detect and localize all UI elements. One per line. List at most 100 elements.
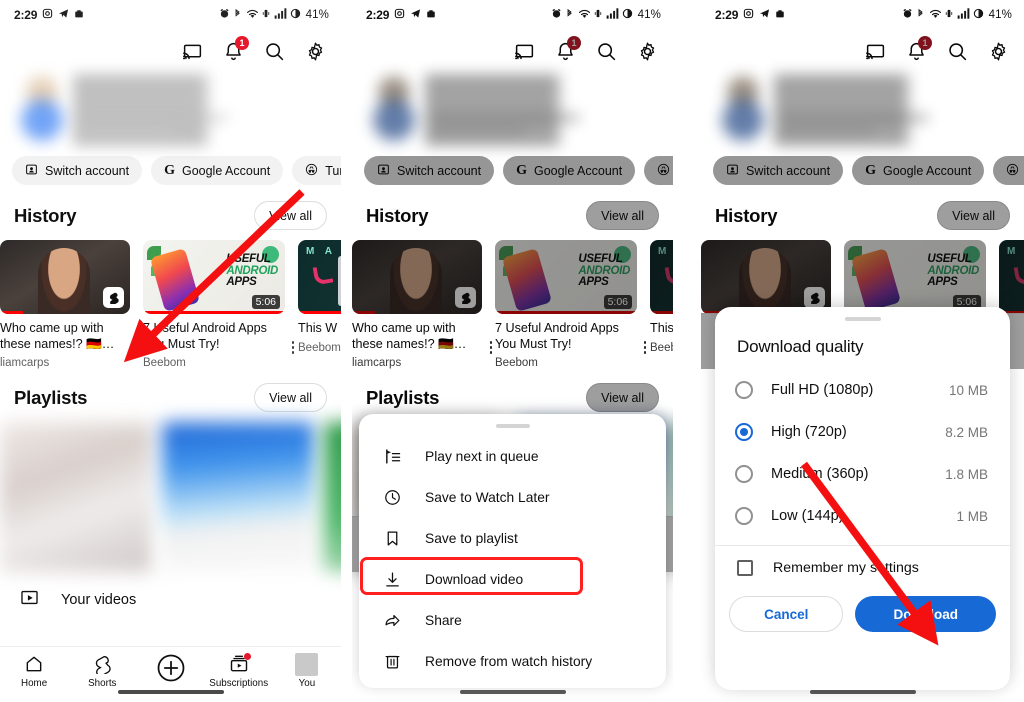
history-card[interactable]: Who came up with these names!? 🇩🇪… liamc… xyxy=(0,240,130,369)
alarm-icon xyxy=(902,8,913,22)
remember-settings-checkbox[interactable] xyxy=(737,560,753,576)
profile-header-blurred xyxy=(12,74,329,146)
nav-item-subscriptions[interactable]: Subscriptions xyxy=(205,653,273,689)
menu-item-remove-from-watch-history[interactable]: Remove from watch history xyxy=(359,641,666,682)
chip-label: Google Account xyxy=(534,164,622,178)
incognito-icon xyxy=(657,163,670,179)
your-videos-row[interactable]: Your videos xyxy=(0,572,341,626)
video-thumbnail[interactable]: M A C xyxy=(298,240,341,314)
telegram-icon xyxy=(759,8,770,22)
video-meta: This W Laptop Beebom xyxy=(650,314,673,354)
nav-item-shorts[interactable]: Shorts xyxy=(68,653,136,689)
cast-icon[interactable] xyxy=(512,39,536,63)
playlists-view-all-button[interactable]: View all xyxy=(586,383,659,412)
search-icon[interactable] xyxy=(262,39,286,63)
cast-icon[interactable] xyxy=(180,39,204,63)
chip-google-account[interactable]: G Google Account xyxy=(852,156,984,185)
status-time: 2:29 xyxy=(14,8,37,22)
alarm-icon xyxy=(551,8,562,22)
history-card[interactable]: USEFULANDROIDAPPS 5:06 7 Useful Android … xyxy=(495,240,637,369)
chip-switch-account[interactable]: Switch account xyxy=(713,156,843,185)
menu-item-share[interactable]: Share xyxy=(359,600,666,641)
radio-button[interactable] xyxy=(735,465,753,483)
history-card[interactable]: USEFULANDROIDAPPS 5:06 7 Useful Android … xyxy=(143,240,285,369)
quality-option-low[interactable]: Low (144p) 1 MB xyxy=(715,495,1010,537)
video-thumbnail[interactable]: USEFULANDROIDAPPS 5:06 xyxy=(495,240,637,314)
chip-turn-on-incognito[interactable]: Turn on xyxy=(993,156,1024,185)
video-thumbnail[interactable]: M A C xyxy=(999,240,1024,314)
chip-turn-on-incognito[interactable]: Turn on xyxy=(292,156,341,185)
cancel-button[interactable]: Cancel xyxy=(729,596,843,632)
chip-google-account[interactable]: G Google Account xyxy=(503,156,635,185)
menu-item-save-to-playlist[interactable]: Save to playlist xyxy=(359,518,666,559)
panel-1-youtube-you-tab: 2:29 xyxy=(0,0,341,702)
video-more-options-icon[interactable] xyxy=(286,341,300,357)
menu-item-download-video[interactable]: Download video xyxy=(359,559,666,600)
remember-my-settings-row[interactable]: Remember my settings xyxy=(715,546,1010,590)
account-chips-row: Switch account G Google Account Turn on xyxy=(701,146,1024,185)
chip-google-account[interactable]: G Google Account xyxy=(151,156,283,185)
search-icon[interactable] xyxy=(594,39,618,63)
video-thumbnail[interactable] xyxy=(0,240,130,314)
menu-item-label: Save to playlist xyxy=(425,531,518,546)
switch-account-icon xyxy=(25,163,38,179)
radio-button[interactable] xyxy=(735,381,753,399)
video-more-options-icon[interactable] xyxy=(484,341,498,357)
quality-option-high[interactable]: High (720p) 8.2 MB xyxy=(715,411,1010,453)
history-card[interactable]: M A C This W Laptop Beebom xyxy=(650,240,673,369)
chip-turn-on-incognito[interactable]: Turn on xyxy=(644,156,673,185)
nav-item-create[interactable] xyxy=(136,653,204,683)
playlists-view-all-button[interactable]: View all xyxy=(254,383,327,412)
settings-icon[interactable] xyxy=(986,39,1010,63)
history-view-all-button[interactable]: View all xyxy=(937,201,1010,230)
nav-item-you[interactable]: You xyxy=(273,653,341,689)
decor-laptop xyxy=(338,256,341,306)
menu-item-save-to-watch-later[interactable]: Save to Watch Later xyxy=(359,477,666,518)
video-channel: liamcarps xyxy=(0,352,130,369)
playlist-card[interactable] xyxy=(162,422,314,572)
battery-percent: 41% xyxy=(306,9,329,21)
nav-item-home[interactable]: Home xyxy=(0,653,68,689)
radio-button-selected[interactable] xyxy=(735,423,753,441)
playlists-row xyxy=(0,422,341,572)
battery-percent: 41% xyxy=(638,9,661,21)
quality-option-medium[interactable]: Medium (360p) 1.8 MB xyxy=(715,453,1010,495)
dialog-action-buttons: Cancel Download xyxy=(715,590,1010,644)
settings-icon[interactable] xyxy=(635,39,659,63)
notifications-icon[interactable]: 1 xyxy=(553,39,577,63)
chip-switch-account[interactable]: Switch account xyxy=(364,156,494,185)
sheet-drag-handle[interactable] xyxy=(496,424,530,428)
history-view-all-button[interactable]: View all xyxy=(586,201,659,230)
playlists-title: Playlists xyxy=(366,387,439,409)
radio-button[interactable] xyxy=(735,507,753,525)
watch-progress-bar xyxy=(0,311,23,314)
video-thumbnail[interactable] xyxy=(701,240,831,314)
notifications-icon[interactable]: 1 xyxy=(221,39,245,63)
quality-option-full-hd[interactable]: Full HD (1080p) 10 MB xyxy=(715,369,1010,411)
video-thumbnail[interactable] xyxy=(352,240,482,314)
menu-item-label: Remove from watch history xyxy=(425,654,592,669)
menu-item-play-next-in-queue[interactable]: Play next in queue xyxy=(359,436,666,477)
video-more-options-icon[interactable] xyxy=(132,341,146,357)
cast-icon[interactable] xyxy=(863,39,887,63)
settings-icon[interactable] xyxy=(303,39,327,63)
history-view-all-button[interactable]: View all xyxy=(254,201,327,230)
instagram-icon xyxy=(394,8,405,22)
search-icon[interactable] xyxy=(945,39,969,63)
notifications-icon[interactable]: 1 xyxy=(904,39,928,63)
video-thumbnail[interactable]: USEFULANDROIDAPPS 5:06 xyxy=(143,240,285,314)
history-card[interactable]: Who came up with these names!? 🇩🇪… liamc… xyxy=(352,240,482,369)
video-thumbnail[interactable]: M A C xyxy=(650,240,673,314)
video-thumbnail[interactable]: USEFULANDROIDAPPS 5:06 xyxy=(844,240,986,314)
status-bar: 2:29 41% xyxy=(701,0,1024,30)
video-more-options-icon[interactable] xyxy=(638,341,652,357)
playlist-card[interactable] xyxy=(0,422,152,572)
history-card[interactable]: M A C This W Laptop Beebom xyxy=(298,240,341,369)
dialog-drag-handle[interactable] xyxy=(845,317,881,321)
video-meta: 7 Useful Android Apps You Must Try! Beeb… xyxy=(143,314,285,369)
chip-switch-account[interactable]: Switch account xyxy=(12,156,142,185)
playlist-card[interactable] xyxy=(324,422,341,572)
download-button[interactable]: Download xyxy=(855,596,996,632)
google-g-icon: G xyxy=(164,163,175,179)
wallet-icon xyxy=(775,9,785,22)
